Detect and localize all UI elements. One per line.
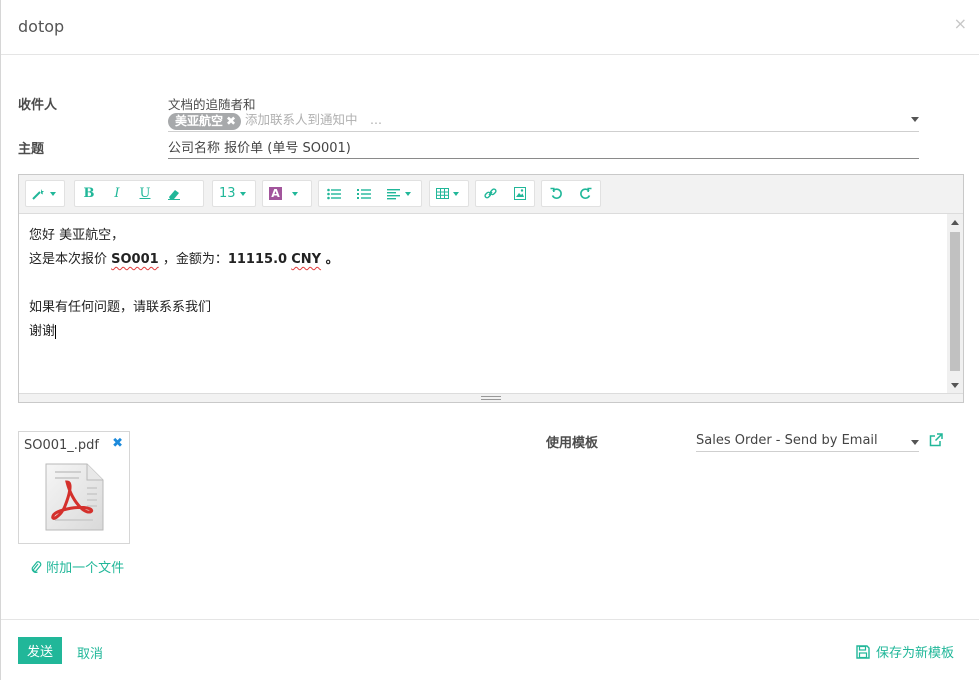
subject-input[interactable] xyxy=(168,139,908,154)
scroll-up-icon[interactable] xyxy=(951,220,959,225)
color-group: A xyxy=(262,180,312,207)
attach-file-link[interactable]: 附加一个文件 xyxy=(31,557,124,576)
dialog-header: dotop × xyxy=(1,0,979,55)
font-color-icon[interactable]: A xyxy=(263,181,288,206)
eraser-icon[interactable] xyxy=(159,181,189,206)
recipient-tag: 美亚航空 ✖ xyxy=(168,113,242,130)
recipients-label: 收件人 xyxy=(18,98,58,113)
dialog-footer: 发送 取消 保存为新模板 xyxy=(1,619,979,680)
scroll-thumb[interactable] xyxy=(950,232,960,371)
editor-toolbar: B I U 13 A xyxy=(19,175,963,214)
body-line-thanks: 谢谢 xyxy=(29,320,937,344)
bullet-list-icon[interactable] xyxy=(319,181,349,206)
numbered-list-icon[interactable] xyxy=(349,181,379,206)
body-line-contact: 如果有任何问题，请联系系我们 xyxy=(29,300,212,315)
recipients-field[interactable]: 美亚航空 ✖ xyxy=(168,111,919,132)
grip-icon xyxy=(481,396,501,400)
thanks-text: 谢谢 xyxy=(29,324,56,339)
italic-icon[interactable]: I xyxy=(103,181,131,206)
rich-text-editor: B I U 13 A 您好 美亚航空， 这是本次报价 SO001 ，金额为：11… xyxy=(18,174,964,403)
body-line-greeting: 您好 美亚航空， xyxy=(29,228,125,243)
save-as-template-label: 保存为新模板 xyxy=(875,646,954,661)
text-cursor xyxy=(55,324,57,339)
send-button[interactable]: 发送 xyxy=(18,637,62,664)
subject-label: 主题 xyxy=(18,142,45,157)
font-color-letter: A xyxy=(269,187,282,200)
bold-icon[interactable]: B xyxy=(75,181,103,206)
remove-attachment-icon[interactable]: ✖ xyxy=(112,436,123,451)
amount-text: ，金额为： xyxy=(158,252,228,267)
chevron-down-icon[interactable] xyxy=(911,117,919,122)
body-line-quote: 这是本次报价 SO001 ，金额为：11115.0 CNY 。 xyxy=(29,248,937,272)
font-size-dropdown[interactable]: 13 xyxy=(213,181,252,206)
insert-group xyxy=(475,180,535,207)
floppy-disk-icon xyxy=(856,644,870,659)
attachment-filename: SO001_.pdf xyxy=(24,438,100,453)
underline-icon[interactable]: U xyxy=(131,181,159,206)
chevron-down-icon[interactable] xyxy=(911,440,919,445)
dialog-title: dotop xyxy=(18,17,65,36)
body-line-blank xyxy=(29,272,937,296)
font-format-group: B I U xyxy=(74,180,204,207)
align-icon[interactable] xyxy=(379,181,419,206)
amount-value: 11115.0 xyxy=(227,252,288,267)
paperclip-icon xyxy=(31,561,42,573)
font-size-value: 13 xyxy=(219,186,236,201)
order-number: SO001 xyxy=(111,252,159,267)
recipient-tag-label: 美亚航空 xyxy=(175,114,224,128)
history-group xyxy=(541,180,601,207)
template-selected: Sales Order - Send by Email xyxy=(696,433,878,448)
currency: CNY xyxy=(291,252,322,267)
image-icon[interactable] xyxy=(505,181,534,206)
link-icon[interactable] xyxy=(476,181,505,206)
sentence-end: 。 xyxy=(321,252,339,267)
template-select[interactable]: Sales Order - Send by Email xyxy=(696,432,919,452)
undo-icon[interactable] xyxy=(542,181,571,206)
redo-icon[interactable] xyxy=(571,181,600,206)
paragraph-group xyxy=(318,180,422,207)
remove-recipient-icon[interactable]: ✖ xyxy=(226,114,236,128)
table-icon[interactable] xyxy=(430,181,465,206)
cancel-button[interactable]: 取消 xyxy=(77,643,103,662)
font-size-group: 13 xyxy=(212,180,256,207)
editor-resize-handle[interactable] xyxy=(19,393,963,402)
save-as-template-button[interactable]: 保存为新模板 xyxy=(856,642,954,661)
mail-compose-dialog: dotop × 收件人 文档的追随者和 美亚航空✖ 主题 B I U xyxy=(0,0,979,680)
scroll-down-icon[interactable] xyxy=(951,383,959,388)
attach-file-label: 附加一个文件 xyxy=(46,561,125,576)
subject-field[interactable] xyxy=(168,138,919,159)
external-link-icon[interactable] xyxy=(929,433,943,447)
color-dropdown-chevron-icon[interactable] xyxy=(288,181,302,206)
style-group xyxy=(25,180,65,207)
editor-content[interactable]: 您好 美亚航空， 这是本次报价 SO001 ，金额为：11115.0 CNY 。… xyxy=(19,214,947,394)
close-icon[interactable]: × xyxy=(954,14,967,33)
pdf-file-icon xyxy=(45,463,104,531)
quote-text: 这是本次报价 xyxy=(29,252,112,267)
table-group xyxy=(429,180,469,207)
recipients-input[interactable] xyxy=(245,112,845,127)
attachment-card[interactable]: SO001_.pdf ✖ xyxy=(18,431,130,544)
editor-scrollbar[interactable] xyxy=(947,214,963,394)
template-label: 使用模板 xyxy=(546,436,599,451)
magic-wand-icon[interactable] xyxy=(26,181,62,206)
